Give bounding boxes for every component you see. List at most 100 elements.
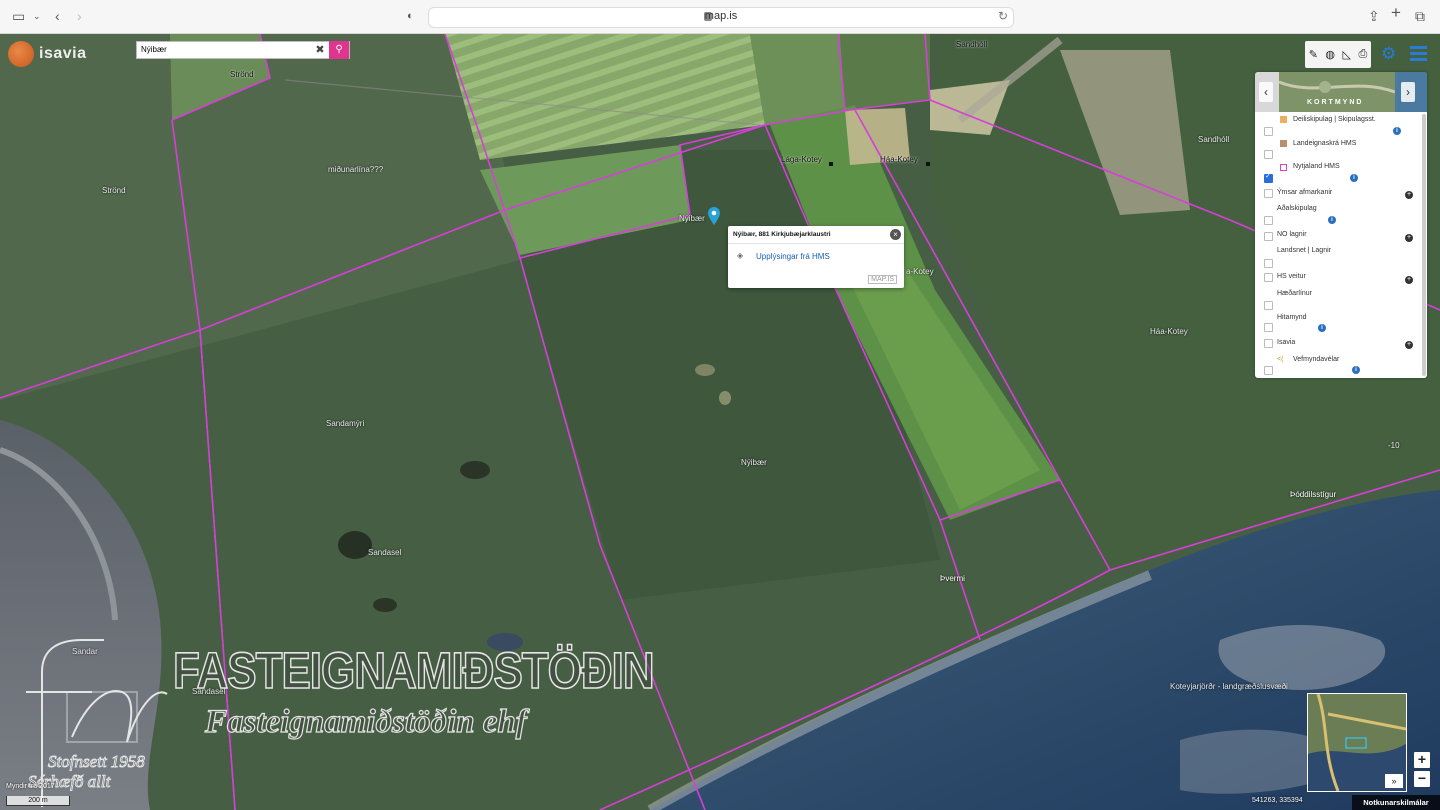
address-bar[interactable]: map.is ↻ [428, 7, 1014, 28]
terms-link[interactable]: Notkunarskilmálar [1352, 795, 1440, 810]
menu-icon[interactable] [1410, 46, 1427, 61]
place-label: miðunarlína??? [328, 165, 384, 174]
coordinates-readout: 541263, 335394 [1252, 797, 1303, 804]
globe-icon[interactable]: ◍ [1325, 48, 1335, 61]
hms-icon: ◈ [737, 251, 744, 260]
place-label: Sandhóll [956, 40, 988, 49]
reload-icon[interactable]: ↻ [998, 9, 1008, 23]
place-label: Sandasel [368, 548, 402, 557]
place-label: Nýibær [679, 214, 705, 223]
layer-label: HS veitur [1277, 273, 1306, 280]
layer-label: Hæðarlínur [1277, 290, 1313, 297]
camera-icon: <( [1277, 356, 1284, 363]
layer-swatch [1280, 116, 1287, 123]
layer-swatch [1280, 164, 1287, 171]
scale-bar: 200 m [6, 796, 70, 806]
layer-checkbox[interactable] [1264, 301, 1273, 310]
expand-icon[interactable]: + [1405, 234, 1413, 242]
layer-checkbox[interactable] [1264, 259, 1273, 268]
expand-icon[interactable]: + [1405, 341, 1413, 349]
search-box: ✖ ⚲ [136, 41, 350, 59]
imagery-credit: Myndir frá 2017 [6, 783, 55, 790]
layer-checkbox[interactable] [1264, 366, 1273, 375]
expand-icon[interactable]: + [1405, 191, 1413, 199]
back-icon[interactable]: ‹ [55, 8, 60, 24]
zoom-out-button[interactable]: − [1414, 771, 1430, 787]
basemap-label: KORTMYND [1307, 99, 1364, 106]
search-input[interactable] [141, 43, 311, 56]
place-label: Sandamýri [326, 419, 365, 428]
map-tools: ✎ ◍ ◺ ⎙ [1305, 41, 1371, 68]
share-icon[interactable]: ⇪ [1368, 8, 1380, 24]
isavia-logo-text: isavia [39, 45, 87, 62]
collapse-overview-button[interactable]: » [1385, 774, 1403, 788]
info-icon[interactable]: i [1350, 174, 1358, 182]
info-icon[interactable]: i [1318, 324, 1326, 332]
gear-icon[interactable]: ⚙ [1381, 45, 1396, 62]
overview-map[interactable]: » [1307, 693, 1407, 792]
forward-icon[interactable]: › [77, 8, 82, 24]
new-tab-icon[interactable]: + [1391, 4, 1401, 21]
layer-label: Nytjaland HMS [1293, 163, 1340, 170]
zoom-in-button[interactable]: + [1414, 752, 1430, 768]
place-label: Sandhóll [1198, 135, 1230, 144]
layer-checkbox[interactable] [1264, 273, 1273, 282]
layer-label: Landsnet | Lagnir [1277, 247, 1331, 254]
layer-checkbox[interactable] [1264, 150, 1273, 159]
basemap-next-icon[interactable]: › [1401, 82, 1415, 102]
clear-search-icon[interactable]: ✖ [312, 42, 328, 58]
map-pin-icon[interactable]: ⚲ [329, 41, 349, 59]
location-pin-icon[interactable] [708, 207, 720, 225]
place-label: Koteyjarjörðr - landgræðslusvæði [1170, 682, 1288, 691]
layer-label: Hitamynd [1277, 314, 1307, 321]
place-label: Háa-Kotey [1150, 327, 1188, 336]
info-icon[interactable]: i [1328, 216, 1336, 224]
layer-label: NO lagnir [1277, 231, 1307, 238]
divider [728, 243, 904, 244]
url-text: map.is [704, 10, 738, 22]
panel-scrollbar[interactable] [1422, 114, 1426, 376]
place-label: -10 [1388, 441, 1400, 450]
basemap-selector: ‹ › KORTMYND [1255, 72, 1427, 112]
print-icon[interactable]: ⎙ [1358, 48, 1367, 61]
layer-label: Vefmyndavélar [1293, 356, 1340, 363]
place-label: a-Kotey [906, 267, 934, 276]
isavia-logo: isavia [8, 41, 86, 67]
chevron-down-icon[interactable]: ⌄ [33, 8, 41, 24]
hms-info-link[interactable]: Upplýsingar frá HMS [756, 252, 830, 261]
info-icon[interactable]: i [1352, 366, 1360, 374]
road-label: Þvermi [940, 574, 965, 583]
place-label: Nýibær [741, 458, 767, 467]
expand-icon[interactable]: + [1405, 276, 1413, 284]
layer-checkbox[interactable] [1264, 172, 1273, 183]
measure-icon[interactable]: ◺ [1343, 48, 1351, 61]
layer-checkbox[interactable] [1264, 189, 1273, 198]
layer-label: Deiliskipulag | Skipulagsst. [1293, 116, 1376, 123]
isavia-logo-mark [8, 41, 34, 67]
watermark-founded: Stofnsett 1958 [48, 752, 146, 772]
layer-label: Ýmsar afmarkanir [1277, 189, 1333, 196]
layer-checkbox[interactable] [1264, 216, 1273, 225]
layer-swatch [1280, 140, 1287, 147]
layer-checkbox[interactable] [1264, 323, 1273, 332]
watermark-title: FASTEIGNAMIÐSTÖÐIN [172, 642, 655, 700]
place-label: Lága-Kotey [781, 155, 822, 164]
layer-checkbox[interactable] [1264, 232, 1273, 241]
road-label: Þóddilsstígur [1290, 490, 1337, 499]
shield-icon[interactable]: ◐ [407, 8, 414, 24]
info-popup: Nýibær, 881 Kirkjubæjarklaustri × ◈ Uppl… [728, 226, 904, 288]
layer-checkbox[interactable] [1264, 127, 1273, 136]
layer-panel: ‹ › KORTMYND Deiliskipulag | Skipulagsst… [1255, 72, 1427, 378]
close-icon[interactable]: × [890, 229, 901, 240]
layer-checkbox[interactable] [1264, 339, 1273, 348]
place-label: Strönd [102, 186, 126, 195]
sidebar-icon[interactable]: ▭ [12, 8, 25, 24]
browser-toolbar: ▭ ⌄ ‹ › ◐ map.is ↻ ⇪ + ⧉ [0, 0, 1440, 34]
pencil-icon[interactable]: ✎ [1309, 48, 1318, 61]
place-label: Strönd [230, 70, 254, 79]
popup-title: Nýibær, 881 Kirkjubæjarklaustri [733, 231, 831, 238]
tabs-icon[interactable]: ⧉ [1415, 8, 1425, 24]
info-icon[interactable]: i [1393, 127, 1401, 135]
basemap-prev-icon[interactable]: ‹ [1259, 82, 1273, 102]
watermark-subtitle: Fasteignamiðstöðin ehf [204, 703, 527, 740]
